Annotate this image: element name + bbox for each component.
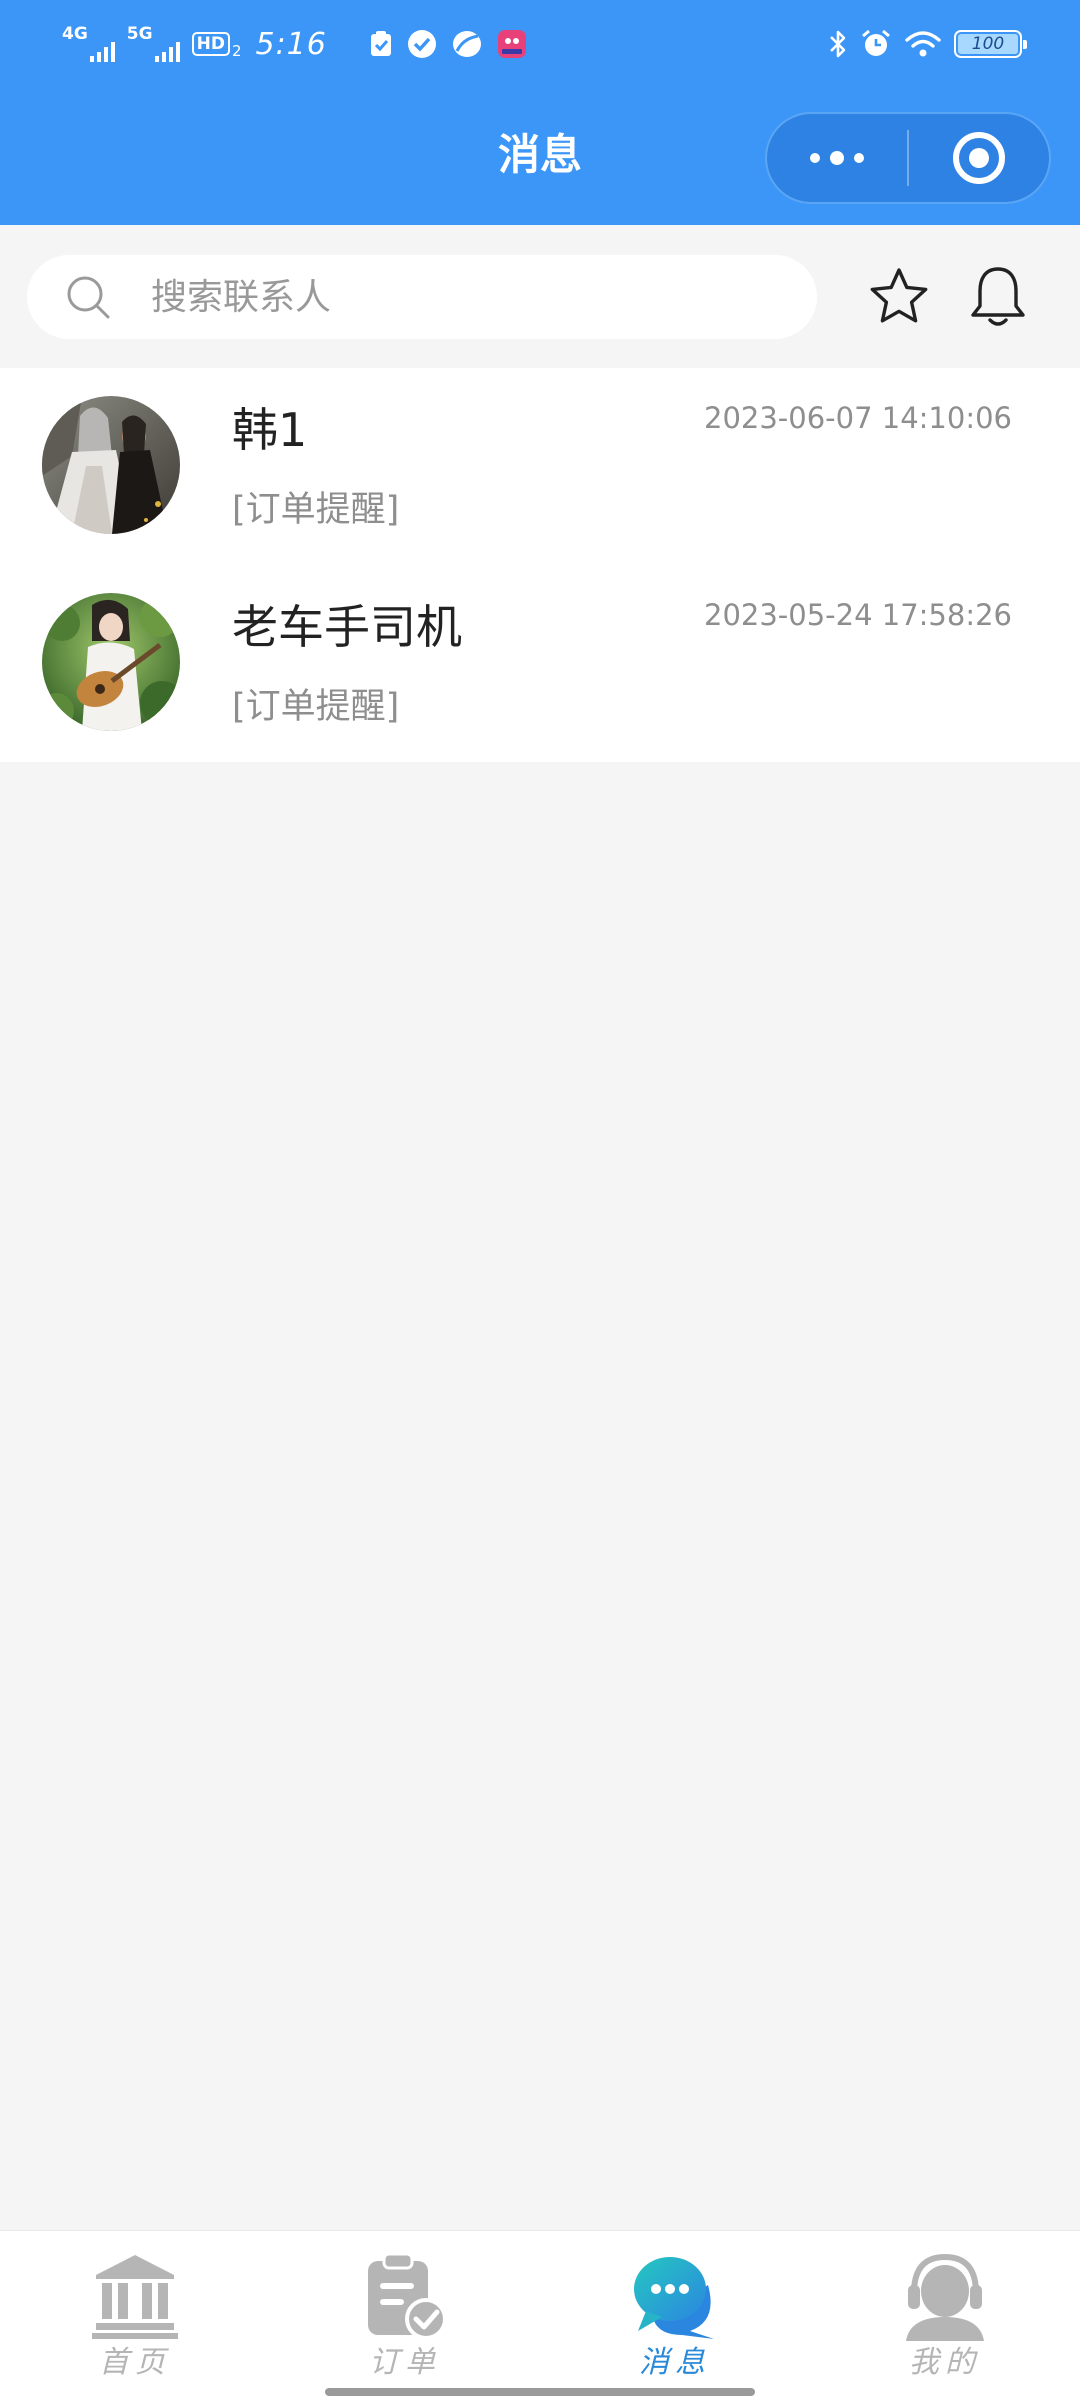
status-bar-left: 4G 5G HD 2 5:16: [62, 22, 527, 66]
conversation-item[interactable]: 老车手司机 2023-05-24 17:58:26 [订单提醒]: [0, 565, 1080, 762]
chat-bubble-icon: [634, 2257, 714, 2339]
tab-label: 订单: [369, 2345, 441, 2380]
tab-label: 首页: [99, 2345, 171, 2380]
target-circle-icon: [953, 132, 1005, 184]
battery-nub: [1023, 40, 1027, 49]
avatar: [42, 593, 180, 731]
hd-sub-label: 2: [231, 42, 242, 60]
signal-bars-icon: [154, 40, 180, 62]
tab-messages[interactable]: 消息: [540, 2231, 810, 2401]
search-row: [0, 225, 1080, 368]
search-input[interactable]: [149, 275, 753, 319]
tab-label: 消息: [639, 2345, 711, 2380]
bottom-tab-bar: 首页 订单 消息 我的: [0, 2230, 1080, 2401]
conversation-list: 韩1 2023-06-07 14:10:06 [订单提醒] 老车手司机 2023…: [0, 368, 1080, 762]
status-bar-right: 100: [828, 22, 1027, 66]
check-circle-notification-icon: [407, 30, 436, 58]
notifications-button[interactable]: [956, 255, 1040, 339]
alarm-icon: [862, 29, 890, 56]
battery-indicator: 100: [954, 30, 1027, 58]
home-indicator[interactable]: [325, 2388, 755, 2396]
message-preview: [订单提醒]: [232, 490, 400, 530]
leaf-app-notification-icon: [452, 31, 481, 57]
tab-orders[interactable]: 订单: [270, 2231, 540, 2401]
message-timestamp: 2023-05-24 17:58:26: [704, 598, 1012, 632]
wifi-icon: [905, 31, 941, 57]
status-bar: 4G 5G HD 2 5:16 100: [0, 0, 1080, 85]
contact-name: 老车手司机: [232, 600, 462, 654]
tab-home[interactable]: 首页: [0, 2231, 270, 2401]
conversation-item[interactable]: 韩1 2023-06-07 14:10:06 [订单提醒]: [0, 368, 1080, 565]
avatar-image: [42, 396, 180, 534]
miniprogram-capsule: [765, 112, 1051, 204]
bell-icon: [971, 267, 1025, 326]
avatar-image: [42, 593, 180, 731]
search-bar[interactable]: [27, 255, 817, 339]
message-timestamp: 2023-06-07 14:10:06: [704, 401, 1012, 435]
bluetooth-icon: [830, 30, 846, 58]
network-type-label: 5G: [126, 24, 153, 44]
tab-label: 我的: [909, 2345, 981, 2380]
clipboard-check-notification-icon: [370, 31, 391, 56]
message-preview: [订单提醒]: [232, 687, 400, 727]
tab-profile[interactable]: 我的: [810, 2231, 1080, 2401]
app-header: 4G 5G HD 2 5:16 100 消息: [0, 0, 1080, 225]
more-dots-icon: [810, 151, 864, 165]
clipboard-check-icon: [368, 2252, 447, 2340]
contact-name: 韩1: [232, 403, 308, 457]
more-menu-button[interactable]: [767, 114, 907, 202]
signal-5g: 5G: [127, 24, 180, 64]
close-miniprogram-button[interactable]: [909, 114, 1049, 202]
notification-icons: [369, 29, 527, 59]
signal-bars-icon: [89, 40, 115, 62]
battery-level-text: 100: [971, 34, 1005, 54]
avatar: [42, 396, 180, 534]
star-icon: [870, 268, 928, 323]
bank-building-icon: [92, 2255, 178, 2339]
hd-voice-badge: HD: [191, 31, 230, 57]
search-icon: [67, 276, 110, 319]
pink-app-notification-icon: [497, 30, 526, 58]
user-headset-icon: [906, 2253, 984, 2341]
signal-4g: 4G: [62, 24, 115, 64]
favorites-button[interactable]: [857, 255, 941, 339]
network-type-label: 4G: [62, 24, 88, 44]
status-time: 5:16: [255, 26, 327, 62]
